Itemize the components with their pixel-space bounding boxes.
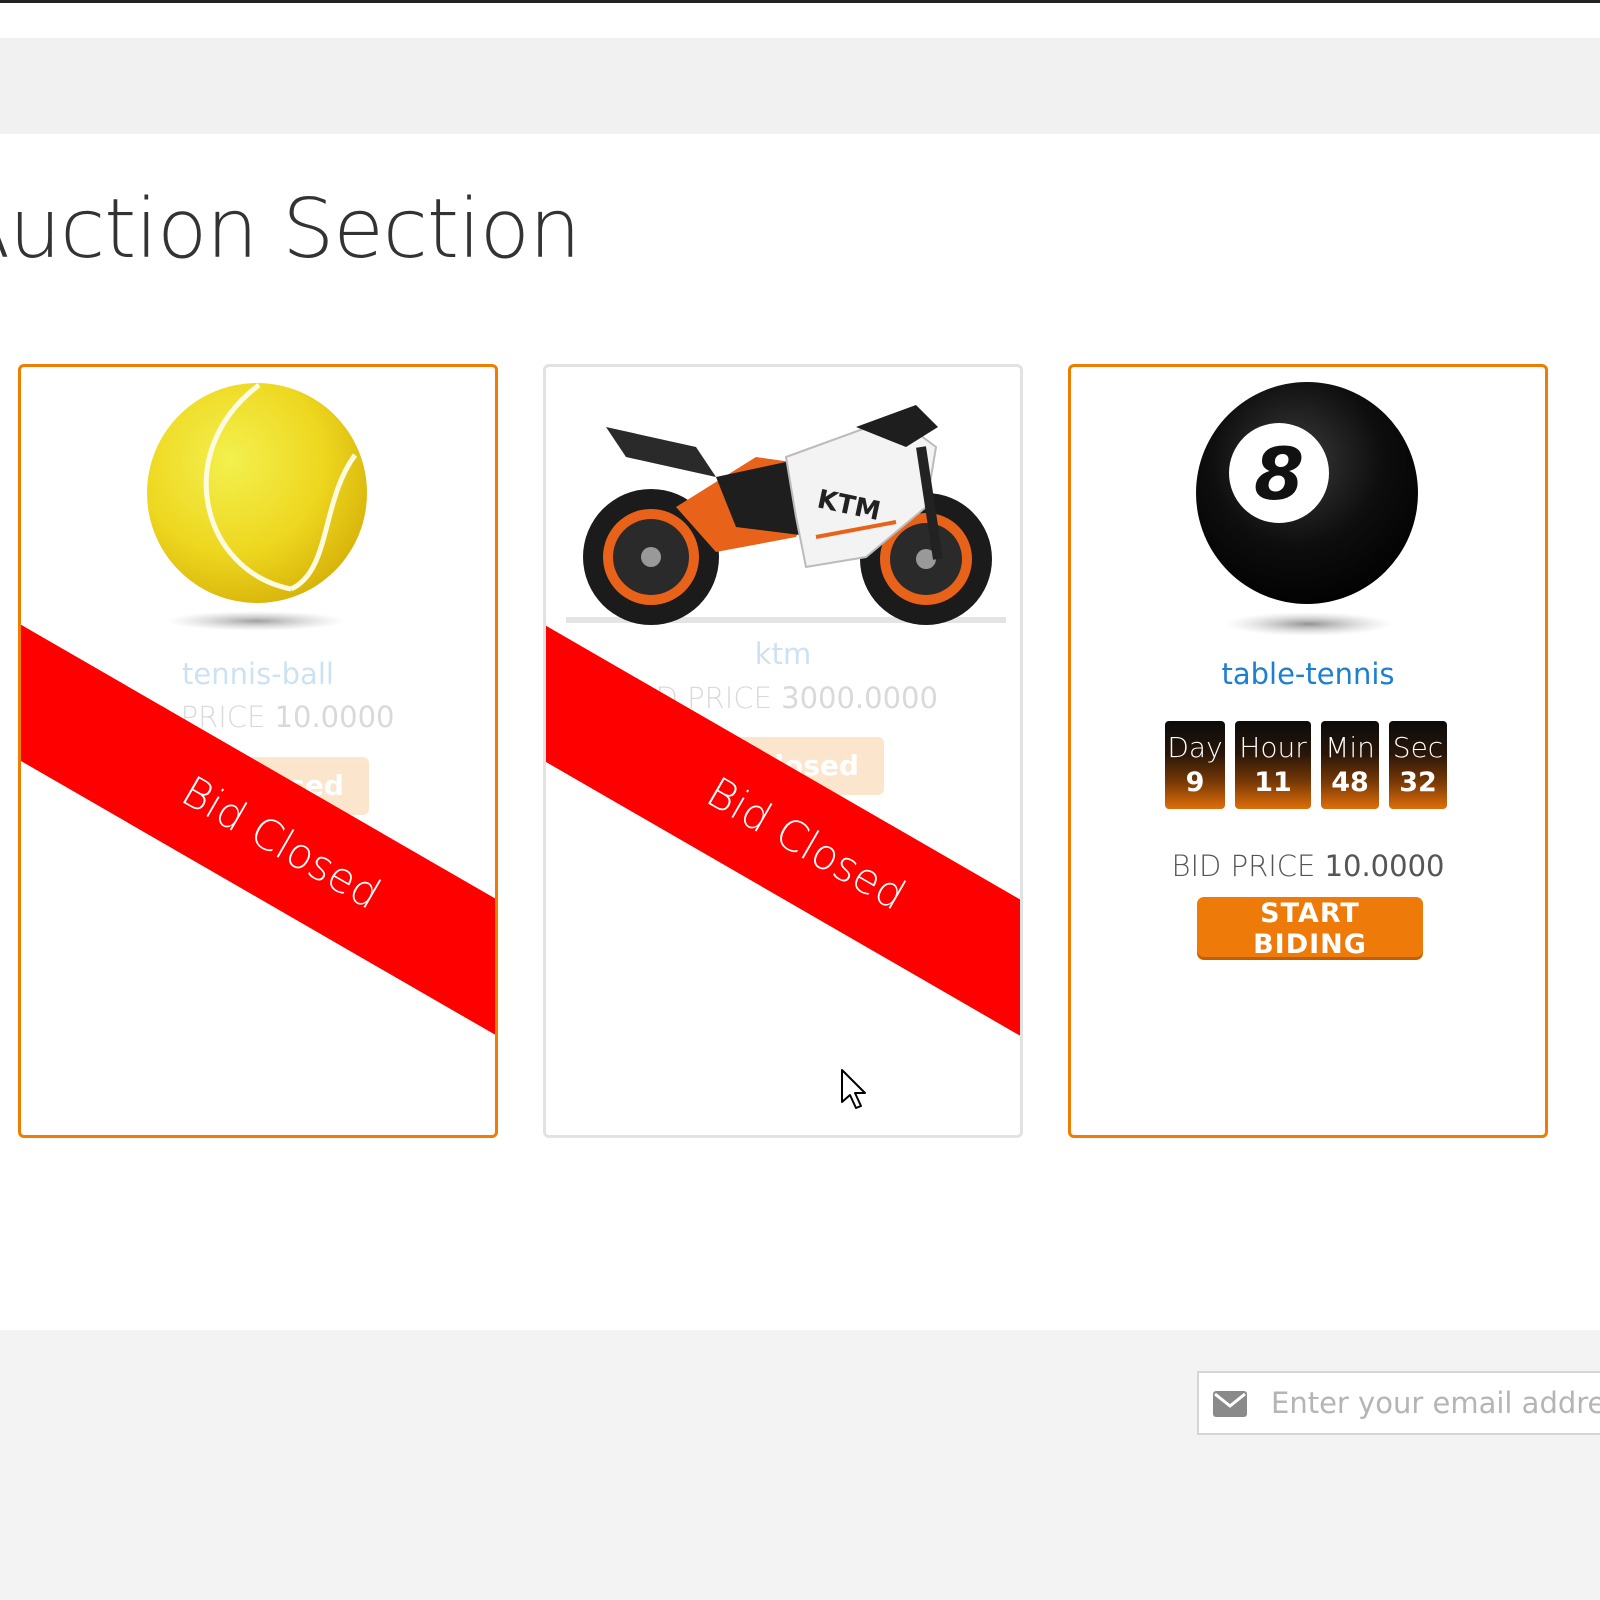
- bid-price-value: 10.0000: [1324, 849, 1445, 883]
- bid-price-value: 10.0000: [274, 700, 395, 734]
- start-biding-button[interactable]: START BIDING: [1197, 897, 1423, 960]
- email-input[interactable]: [1259, 1373, 1600, 1433]
- mouse-cursor-icon: [841, 1069, 866, 1109]
- bid-closed-ribbon: Bid Closed: [21, 571, 495, 1115]
- countdown-label: Sec: [1392, 731, 1444, 764]
- auction-card-tennis-ball[interactable]: tennis-ball BID PRICE 10.0000 Bid Closed…: [18, 364, 498, 1138]
- countdown-label: Min: [1325, 731, 1375, 764]
- svg-text:8: 8: [1254, 432, 1304, 516]
- countdown-hour: Hour 11: [1235, 721, 1311, 809]
- page-title: Auction Section: [0, 182, 581, 277]
- product-name[interactable]: table-tennis: [1071, 657, 1545, 691]
- countdown-value: 48: [1331, 767, 1369, 798]
- footer: [0, 1330, 1600, 1600]
- motorcycle-image: KTM: [566, 405, 1006, 625]
- envelope-icon: [1213, 1391, 1247, 1417]
- countdown-value: 11: [1254, 767, 1292, 798]
- header-band: [0, 38, 1600, 134]
- countdown-day: Day 9: [1165, 721, 1225, 809]
- auction-card-table-tennis[interactable]: 8 table-tennis Day 9 Hour 11 Min 48 Sec …: [1068, 364, 1548, 1138]
- top-border: [0, 0, 1600, 3]
- eight-ball-image: 8: [1196, 382, 1418, 636]
- tennis-ball-image: [147, 383, 367, 631]
- countdown-label: Hour: [1239, 731, 1307, 764]
- bid-price-value: 3000.0000: [781, 681, 938, 715]
- countdown-value: 32: [1399, 767, 1437, 798]
- countdown-timer: Day 9 Hour 11 Min 48 Sec 32: [1165, 721, 1447, 809]
- countdown-value: 9: [1185, 767, 1205, 798]
- bid-price-label: BID PRICE: [1171, 849, 1316, 883]
- newsletter-email-box[interactable]: [1197, 1371, 1600, 1435]
- auction-card-ktm[interactable]: KTM ktm BID PRICE 3000.0000 Bid Closed B…: [543, 364, 1023, 1138]
- countdown-label: Day: [1167, 731, 1223, 764]
- countdown-min: Min 48: [1321, 721, 1379, 809]
- countdown-sec: Sec 32: [1389, 721, 1447, 809]
- bid-price: BID PRICE 10.0000: [1071, 849, 1545, 883]
